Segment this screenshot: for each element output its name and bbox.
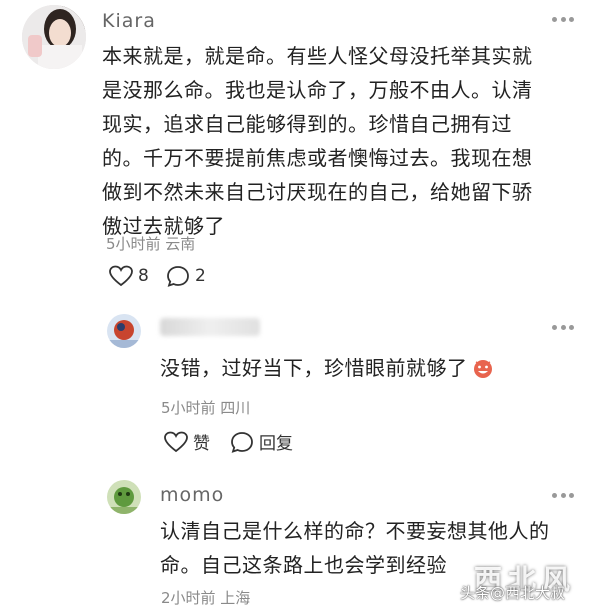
like-count: 8 — [138, 266, 149, 286]
comment-line: 本来就是，就是命。有些人怪父母没托举其实就 — [102, 44, 533, 68]
comment-bubble-icon — [231, 431, 253, 453]
comment-username[interactable]: Kiara — [102, 10, 156, 32]
reply-1-reply-label: 回复 — [259, 434, 293, 454]
emoji-face-icon — [473, 360, 492, 378]
avatar-reply-1-image — [107, 314, 141, 348]
more-options-icon[interactable] — [552, 324, 574, 330]
comment-line: 是没那么命。我也是认命了，万般不由人。认清 — [102, 78, 533, 102]
comment-line: 做到不然未来自己讨厌现在的自己，给她留下骄 — [102, 180, 533, 204]
avatar-kiara-image — [22, 5, 86, 69]
heart-icon — [164, 431, 188, 452]
reply-2-timestamp-location: 2小时前 上海 — [161, 589, 251, 607]
comment-bubble-icon — [167, 266, 189, 287]
comment-line: 的。千万不要提前焦虑或者懊悔过去。我现在想 — [102, 146, 533, 170]
avatar-kiara[interactable] — [22, 5, 86, 69]
comment-line: 现实，追求自己能够得到的。珍惜自己拥有过 — [102, 112, 512, 136]
reply-2-username[interactable]: momo — [160, 484, 224, 506]
comment-body: 本来就是，就是命。有些人怪父母没托举其实就 是没那么命。我也是认命了，万般不由人… — [102, 39, 582, 243]
avatar-momo-image — [107, 480, 141, 514]
watermark-text: 头条@西北大叔 — [460, 584, 566, 602]
reply-1-like-label: 赞 — [193, 434, 210, 454]
reply-1-text: 没错，过好当下，珍惜眼前就够了 — [160, 356, 468, 380]
avatar-momo[interactable] — [107, 480, 141, 514]
reply-count-button[interactable]: 2 — [165, 264, 206, 288]
comment-timestamp-location: 5小时前 云南 — [106, 235, 196, 253]
reply-1-body: 没错，过好当下，珍惜眼前就够了 — [160, 351, 494, 385]
avatar-reply-1[interactable] — [107, 314, 141, 348]
more-options-icon[interactable] — [552, 16, 574, 22]
more-options-icon[interactable] — [552, 492, 574, 498]
reply-1-timestamp-location: 5小时前 四川 — [161, 399, 251, 417]
reply-count: 2 — [195, 266, 206, 286]
like-button[interactable]: 8 — [108, 264, 149, 288]
reply-2-line: 认清自己是什么样的命？不要妄想其他人的 — [160, 519, 550, 543]
reply-1-reply-button[interactable]: 回复 — [229, 429, 293, 454]
reply-1-like-button[interactable]: 赞 — [163, 429, 210, 454]
heart-icon — [109, 265, 133, 287]
reply-1-username-blurred[interactable] — [160, 318, 260, 336]
